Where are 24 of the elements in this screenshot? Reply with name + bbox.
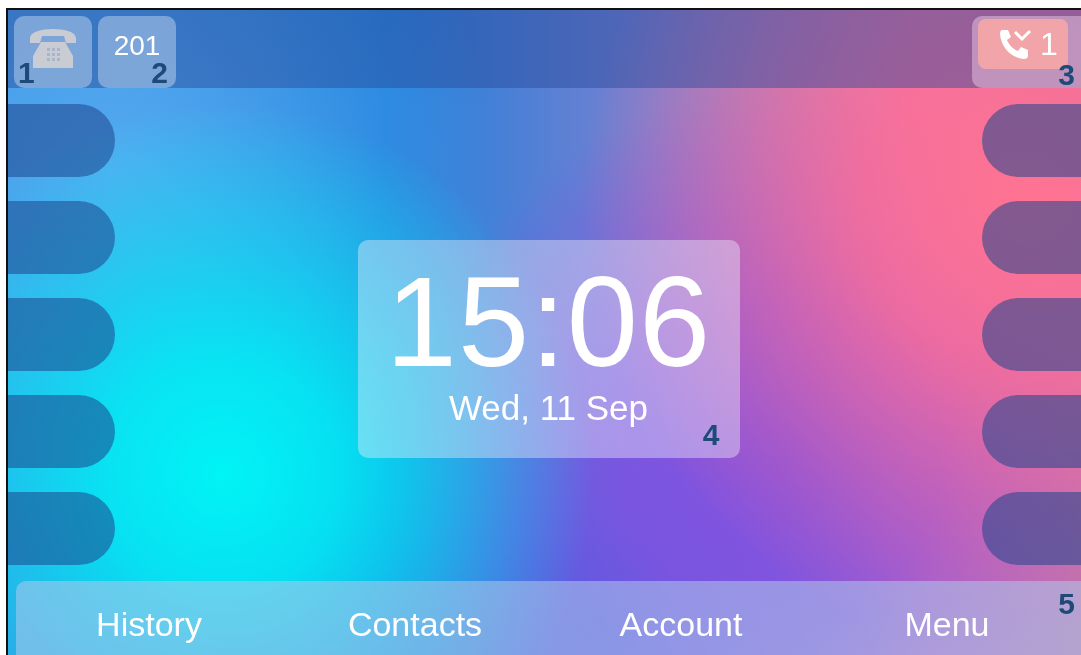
softkey[interactable]: History [92, 605, 206, 644]
line-key[interactable] [8, 492, 115, 565]
callout-number: 4 [702, 417, 720, 452]
line-key[interactable] [8, 201, 115, 274]
phone-tile[interactable]: 1 [14, 16, 92, 88]
clock-time: 15:06 [385, 257, 712, 386]
line-key[interactable] [8, 104, 115, 177]
line-key[interactable] [982, 492, 1081, 565]
missed-call-icon [998, 28, 1032, 60]
clock-date: Wed, 11 Sep [448, 387, 649, 428]
missed-call-count: 1 [1040, 25, 1058, 63]
callout-number: 5 [1058, 587, 1075, 621]
callout-number: 1 [18, 56, 35, 90]
line-key[interactable] [8, 395, 115, 468]
account-tile[interactable]: 201 2 [98, 16, 176, 88]
missed-calls-tile[interactable]: 1 3 [972, 16, 1081, 88]
softkey[interactable]: Account [615, 605, 747, 644]
line-key[interactable] [982, 201, 1081, 274]
line-key[interactable] [982, 298, 1081, 371]
line-key[interactable] [8, 298, 115, 371]
softkey[interactable]: Contacts [343, 605, 487, 644]
line-key[interactable] [982, 395, 1081, 468]
line-key[interactable] [982, 104, 1081, 177]
softkey[interactable]: Menu [900, 605, 994, 644]
